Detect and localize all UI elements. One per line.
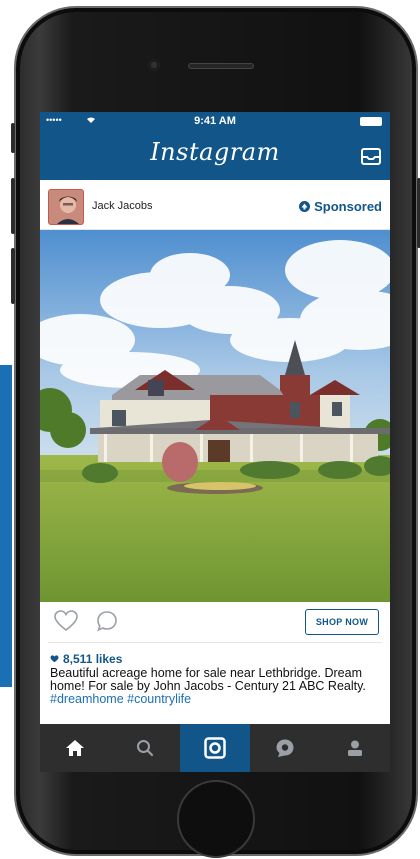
sponsored-icon: [299, 201, 311, 212]
tab-search[interactable]: [110, 724, 180, 772]
post-actions: SHOP NOW: [40, 602, 390, 642]
search-icon: [137, 740, 154, 757]
phone-screen: ••••• 9:41 AM Instagram Jack Jacobs Spon…: [40, 112, 390, 772]
earpiece-speaker: [188, 63, 254, 69]
front-camera: [148, 59, 160, 71]
phone-frame: ••••• 9:41 AM Instagram Jack Jacobs Spon…: [11, 6, 420, 858]
status-bar: ••••• 9:41 AM: [40, 112, 390, 130]
tab-bar: [40, 724, 390, 772]
like-heart-icon: [50, 655, 59, 663]
volume-up-button: [11, 178, 15, 234]
post-username[interactable]: Jack Jacobs: [92, 200, 153, 212]
status-time: 9:41 AM: [194, 115, 236, 127]
like-count-label: 8,511 likes: [63, 652, 123, 666]
mute-switch: [11, 123, 15, 153]
post-caption: Beautiful acreage home for sale near Let…: [50, 667, 384, 706]
background-blue-bar: [0, 365, 12, 687]
home-icon: [66, 740, 84, 756]
tab-profile[interactable]: [320, 724, 390, 772]
sponsored-label: Sponsored: [314, 199, 382, 214]
caption-text: Beautiful acreage home for sale near Let…: [50, 666, 366, 693]
post-header: Jack Jacobs Sponsored: [40, 180, 390, 230]
heart-icon[interactable]: [54, 610, 78, 632]
tab-activity[interactable]: [250, 724, 320, 772]
app-header: Instagram: [40, 130, 390, 180]
post-photo[interactable]: [40, 230, 390, 602]
avatar[interactable]: [48, 189, 84, 225]
app-logo: Instagram: [150, 138, 280, 166]
camera-icon: [204, 737, 226, 759]
home-button[interactable]: [177, 780, 255, 858]
actions-divider: [48, 642, 382, 643]
tab-camera[interactable]: [180, 724, 250, 772]
chat-bubble-icon: [276, 739, 294, 757]
tab-home[interactable]: [40, 724, 110, 772]
sponsored-badge[interactable]: Sponsored: [299, 199, 382, 214]
volume-down-button: [11, 248, 15, 304]
comment-icon[interactable]: [96, 610, 118, 632]
inbox-icon[interactable]: [361, 148, 381, 165]
like-count[interactable]: 8,511 likes: [50, 652, 122, 666]
hashtag-countrylife[interactable]: #countrylife: [127, 692, 191, 706]
hashtag-dreamhome[interactable]: #dreamhome: [50, 692, 124, 706]
shop-now-button[interactable]: SHOP NOW: [305, 609, 379, 635]
battery-icon: [360, 117, 382, 126]
person-icon: [348, 740, 362, 756]
